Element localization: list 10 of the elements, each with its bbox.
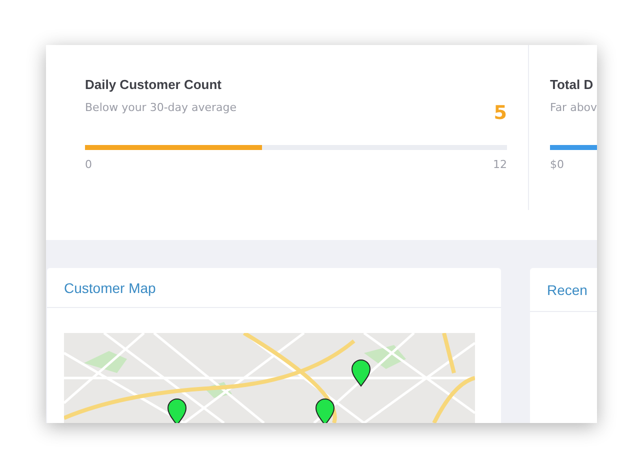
stat-value: 5: [494, 102, 507, 124]
stat-subtitle: Far abov: [550, 101, 597, 114]
stat-subtitle: Below your 30-day average: [85, 101, 237, 114]
panel-title: Recen: [547, 282, 588, 298]
scale-max-label: 12: [493, 158, 507, 171]
panel-title: Customer Map: [64, 280, 156, 296]
stat-title: Daily Customer Count: [85, 77, 223, 92]
scale-min-label: $0: [550, 158, 564, 171]
scale-min-label: 0: [85, 158, 92, 171]
stat-title: Total D: [550, 77, 594, 92]
